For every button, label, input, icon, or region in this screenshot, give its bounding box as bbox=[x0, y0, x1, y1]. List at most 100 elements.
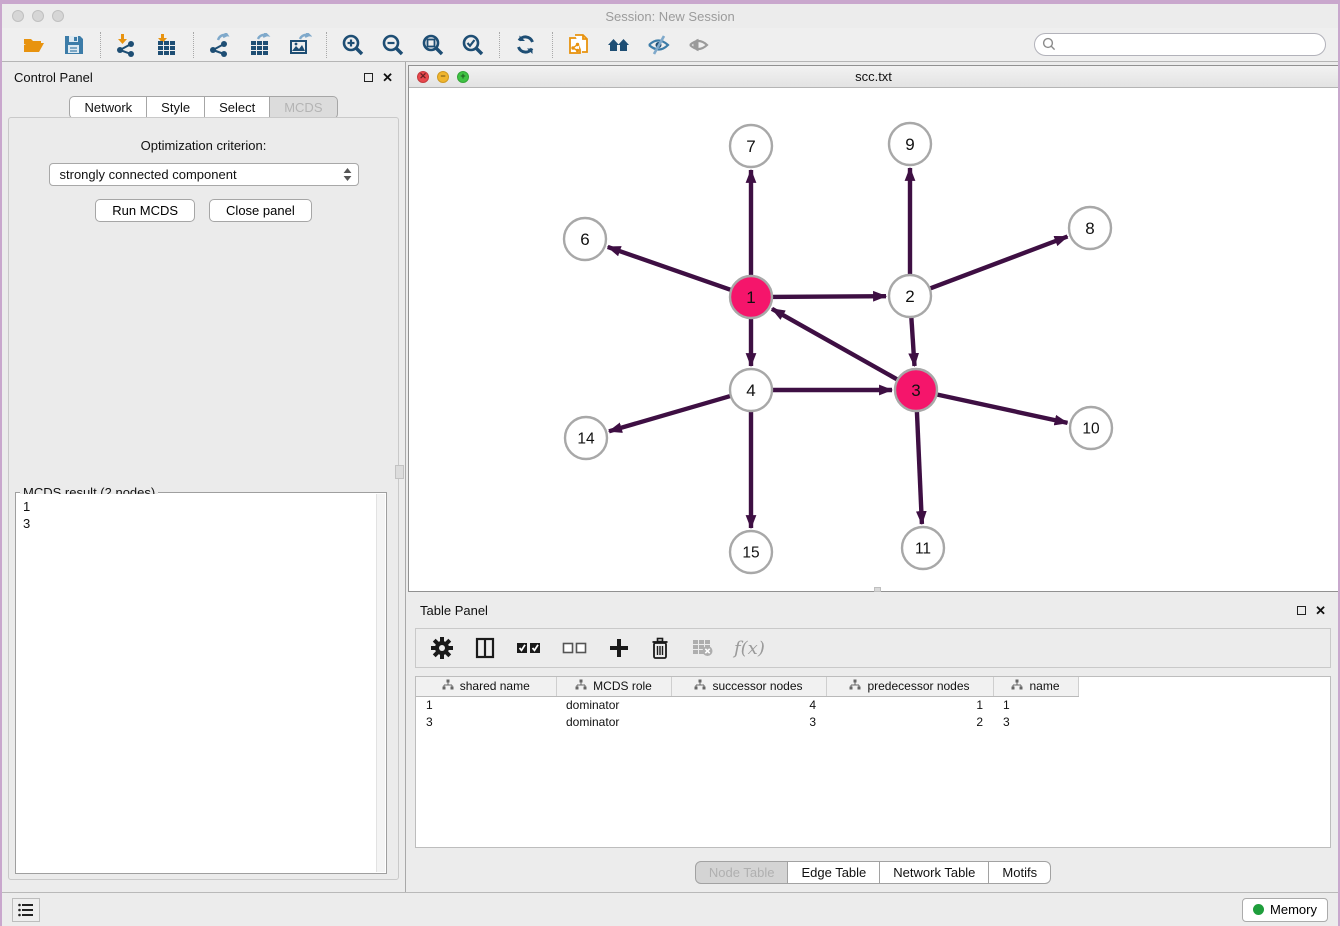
zoom-in-icon[interactable] bbox=[340, 32, 366, 58]
cell[interactable]: 1 bbox=[993, 696, 1078, 713]
table-toolbar: f(x) bbox=[415, 628, 1331, 668]
edge-2-8[interactable] bbox=[928, 237, 1068, 290]
tab-network[interactable]: Network bbox=[69, 96, 147, 119]
edge-3-10[interactable] bbox=[935, 394, 1068, 423]
trash-icon[interactable] bbox=[650, 637, 670, 660]
function-icon[interactable]: f(x) bbox=[734, 638, 765, 659]
edge-4-14[interactable] bbox=[609, 395, 733, 431]
close-panel-button[interactable]: Close panel bbox=[209, 199, 312, 222]
columns-icon[interactable] bbox=[474, 636, 496, 660]
gear-icon[interactable] bbox=[430, 636, 454, 660]
optimization-criterion-label: Optimization criterion: bbox=[9, 138, 398, 153]
tab-select[interactable]: Select bbox=[205, 96, 270, 119]
control-panel: Control Panel ✕ NetworkStyleSelectMCDS O… bbox=[2, 62, 406, 892]
column-header-MCDS-role[interactable]: MCDS role bbox=[556, 677, 671, 696]
home-icon[interactable] bbox=[606, 32, 632, 58]
main-toolbar bbox=[0, 28, 1340, 62]
close-panel-icon[interactable]: ✕ bbox=[382, 71, 393, 84]
tab-motifs[interactable]: Motifs bbox=[989, 861, 1051, 884]
eye-icon[interactable] bbox=[686, 32, 712, 58]
tab-node-table[interactable]: Node Table bbox=[695, 861, 789, 884]
export-table-icon[interactable] bbox=[247, 32, 273, 58]
zoom-out-icon[interactable] bbox=[380, 32, 406, 58]
cell[interactable]: 1 bbox=[416, 696, 556, 713]
table-row[interactable]: 3dominator323 bbox=[416, 713, 1078, 730]
tab-network-table[interactable]: Network Table bbox=[880, 861, 989, 884]
graph-node-9[interactable]: 9 bbox=[889, 123, 931, 165]
graph-node-6[interactable]: 6 bbox=[564, 218, 606, 260]
cell[interactable]: dominator bbox=[556, 713, 671, 730]
column-header-predecessor-nodes[interactable]: predecessor nodes bbox=[826, 677, 993, 696]
svg-text:10: 10 bbox=[1082, 420, 1100, 437]
node-table-grid[interactable]: shared nameMCDS rolesuccessor nodesprede… bbox=[415, 676, 1331, 848]
tab-edge-table[interactable]: Edge Table bbox=[788, 861, 880, 884]
graph-node-14[interactable]: 14 bbox=[565, 417, 607, 459]
refresh-icon[interactable] bbox=[513, 32, 539, 58]
panel-splitter-handle[interactable] bbox=[395, 465, 404, 479]
cell[interactable]: 1 bbox=[826, 696, 993, 713]
tree-icon bbox=[442, 679, 454, 694]
svg-text:8: 8 bbox=[1085, 219, 1094, 238]
search-input[interactable] bbox=[1034, 33, 1326, 56]
edge-1-6[interactable] bbox=[608, 247, 733, 291]
column-header-successor-nodes[interactable]: successor nodes bbox=[671, 677, 826, 696]
result-scrollbar[interactable] bbox=[376, 494, 385, 872]
graph-node-2[interactable]: 2 bbox=[889, 275, 931, 317]
graph-node-8[interactable]: 8 bbox=[1069, 207, 1111, 249]
open-folder-icon[interactable] bbox=[21, 32, 47, 58]
network-window-titlebar[interactable]: ✕ − + scc.txt bbox=[409, 66, 1338, 88]
edge-1-2[interactable] bbox=[770, 296, 886, 297]
float-table-panel-icon[interactable] bbox=[1297, 606, 1306, 615]
cell[interactable]: 3 bbox=[671, 713, 826, 730]
graph-node-15[interactable]: 15 bbox=[730, 531, 772, 573]
zoom-fit-icon[interactable] bbox=[420, 32, 446, 58]
import-table-icon[interactable] bbox=[154, 32, 180, 58]
svg-text:15: 15 bbox=[742, 544, 759, 561]
app-title: Session: New Session bbox=[0, 9, 1340, 24]
table-row[interactable]: 1dominator411 bbox=[416, 696, 1078, 713]
memory-button[interactable]: Memory bbox=[1242, 898, 1328, 922]
edge-3-11[interactable] bbox=[917, 409, 922, 524]
graph-node-7[interactable]: 7 bbox=[730, 125, 772, 167]
graph-node-1[interactable]: 1 bbox=[730, 276, 772, 318]
mcds-result-list[interactable]: 1 3 bbox=[17, 494, 376, 872]
tab-mcds[interactable]: MCDS bbox=[270, 96, 337, 119]
graph-node-10[interactable]: 10 bbox=[1070, 407, 1112, 449]
hide-panel-icon[interactable] bbox=[646, 32, 672, 58]
network-canvas[interactable]: 7 9 6 8 1 2 4 3 14 10 15 11 bbox=[409, 88, 1338, 591]
select-all-icon[interactable] bbox=[516, 639, 542, 657]
window-edge-left bbox=[0, 0, 2, 926]
window-resize-grip[interactable] bbox=[874, 587, 881, 592]
column-header-name[interactable]: name bbox=[993, 677, 1078, 696]
graph-node-4[interactable]: 4 bbox=[730, 369, 772, 411]
export-network-icon[interactable] bbox=[207, 32, 233, 58]
copy-network-icon[interactable] bbox=[566, 32, 592, 58]
edge-2-3[interactable] bbox=[911, 315, 914, 366]
tree-icon bbox=[575, 679, 587, 694]
cell[interactable]: dominator bbox=[556, 696, 671, 713]
task-history-button[interactable] bbox=[12, 898, 40, 922]
graph-node-11[interactable]: 11 bbox=[902, 527, 944, 569]
control-panel-header: Control Panel ✕ bbox=[2, 62, 405, 92]
add-icon[interactable] bbox=[608, 637, 630, 659]
status-bar: Memory bbox=[0, 892, 1340, 926]
column-header-shared-name[interactable]: shared name bbox=[416, 677, 556, 696]
select-none-icon[interactable] bbox=[562, 639, 588, 657]
import-network-icon[interactable] bbox=[114, 32, 140, 58]
close-table-panel-icon[interactable]: ✕ bbox=[1315, 604, 1326, 617]
export-image-icon[interactable] bbox=[287, 32, 313, 58]
save-icon[interactable] bbox=[61, 32, 87, 58]
cell[interactable]: 3 bbox=[416, 713, 556, 730]
cell[interactable]: 3 bbox=[993, 713, 1078, 730]
cell[interactable]: 2 bbox=[826, 713, 993, 730]
network-graph[interactable]: 7 9 6 8 1 2 4 3 14 10 15 11 bbox=[409, 88, 1338, 591]
float-panel-icon[interactable] bbox=[364, 73, 373, 82]
tab-style[interactable]: Style bbox=[147, 96, 205, 119]
edge-3-1[interactable] bbox=[772, 309, 900, 381]
cell[interactable]: 4 bbox=[671, 696, 826, 713]
graph-node-3[interactable]: 3 bbox=[895, 369, 937, 411]
run-mcds-button[interactable]: Run MCDS bbox=[95, 199, 195, 222]
optimization-criterion-select[interactable]: strongly connected component bbox=[49, 163, 359, 186]
delete-table-icon[interactable] bbox=[690, 639, 714, 657]
zoom-selected-icon[interactable] bbox=[460, 32, 486, 58]
